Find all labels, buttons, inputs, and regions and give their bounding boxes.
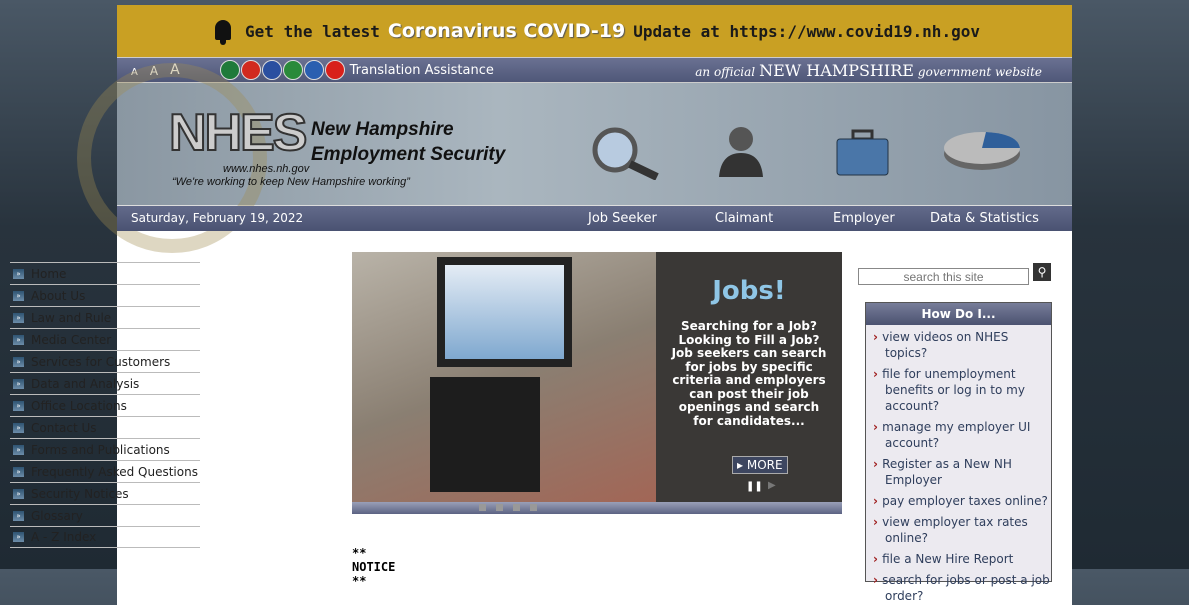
main-nav: Saturday, February 19, 2022 Job Seeker C…	[117, 206, 1072, 231]
site-url: www.nhes.nh.gov	[223, 163, 310, 175]
sidebar-item[interactable]: » Security Notices	[10, 482, 200, 504]
how-do-i-link[interactable]: view employer tax rates online?	[869, 514, 1051, 546]
how-do-i-box: How Do I... view videos on NHES topics? fi…	[865, 302, 1052, 603]
sidebar-item[interactable]: » About Us	[10, 284, 200, 306]
arrow-icon: »	[13, 466, 24, 477]
person-icon[interactable]	[715, 125, 767, 180]
sidebar-item-label: Security Notices	[31, 486, 129, 501]
slide-dot[interactable]	[496, 504, 503, 511]
search-button[interactable]: ⚲	[1033, 263, 1051, 281]
how-do-i-link[interactable]: pay employer taxes online?	[869, 493, 1051, 509]
tagline: “We're working to keep New Hampshire wor…	[172, 176, 410, 188]
more-button[interactable]: ▸ MORE	[732, 456, 788, 474]
official-site-label: an official NEW HAMPSHIRE government websi…	[695, 60, 1042, 80]
sidebar-item-label: Glossary	[31, 508, 83, 523]
sidebar-item[interactable]: » Media Center	[10, 328, 200, 350]
sidebar-item-label: Services for Customers	[31, 354, 171, 369]
org-name: New Hampshire Employment Security	[311, 119, 506, 165]
arrow-icon: »	[13, 268, 24, 279]
arrow-icon: »	[13, 334, 24, 345]
arrow-icon: »	[13, 488, 24, 499]
slide-dot[interactable]	[513, 504, 520, 511]
sidebar-nav: » Home » About Us » Law and Rule » Media Center…	[10, 262, 200, 548]
sidebar-item[interactable]: » Services for Customers	[10, 350, 200, 372]
sidebar-item-label: A - Z Index	[31, 530, 97, 544]
slide-dot[interactable]	[479, 504, 486, 511]
current-date: Saturday, February 19, 2022	[131, 211, 304, 225]
pause-icon[interactable]: ❚❚	[746, 481, 763, 492]
arrow-icon: »	[13, 312, 24, 323]
slide-text: Searching for a Job? Looking to Fill a J…	[671, 319, 827, 428]
arrow-icon: »	[13, 290, 24, 301]
banner-prefix: Get the latest	[245, 21, 380, 41]
sidebar-item-label: Frequently Asked Questions	[31, 464, 198, 479]
how-do-i-link[interactable]: file a New Hire Report	[869, 551, 1051, 567]
arrow-icon: »	[13, 444, 24, 455]
next-icon[interactable]: ▶	[768, 480, 776, 491]
flag-italy-icon[interactable]	[282, 60, 303, 80]
arrow-icon: »	[13, 400, 24, 411]
sidebar-item[interactable]: » Glossary	[10, 504, 200, 526]
arrow-icon: »	[13, 510, 24, 521]
how-do-i-title: How Do I...	[866, 303, 1051, 325]
site-header: NHES New Hampshire Employment Security ww…	[77, 63, 1072, 253]
sidebar-item-label: Media Center	[31, 332, 112, 347]
sidebar-item[interactable]: » Law and Rule	[10, 306, 200, 328]
flag-germany-icon[interactable]	[240, 60, 261, 80]
sidebar-item-label: Office Locations	[31, 398, 127, 413]
pie-chart-icon[interactable]	[942, 128, 1027, 173]
arrow-icon: »	[13, 378, 24, 389]
slideshow: Jobs! Searching for a Job? Looking to Fi…	[352, 252, 842, 514]
slide-dot[interactable]	[530, 504, 537, 511]
bell-icon	[209, 16, 237, 46]
flag-greece-icon[interactable]	[303, 60, 324, 80]
sidebar-item[interactable]: » Frequently Asked Questions	[10, 460, 200, 482]
nav-job-seeker[interactable]: Job Seeker	[588, 211, 657, 226]
sidebar-item-label: About Us	[31, 288, 86, 303]
how-do-i-link[interactable]: search for jobs or post a job order?	[869, 572, 1051, 604]
sidebar-item[interactable]: » Contact Us	[10, 416, 200, 438]
sidebar-item[interactable]: » Office Locations	[10, 394, 200, 416]
sidebar-item[interactable]: » Forms and Publications	[10, 438, 200, 460]
nhes-logo[interactable]: NHES	[168, 103, 308, 163]
sidebar-item[interactable]: » Data and Analysis	[10, 372, 200, 394]
top-bar: A A A Translation Assistance an official…	[117, 57, 1072, 83]
briefcase-icon[interactable]	[835, 129, 890, 177]
sidebar-item-label: Home	[31, 266, 67, 281]
banner-highlight: Coronavirus COVID-19	[387, 20, 626, 42]
arrow-icon: »	[13, 356, 24, 367]
nav-employer[interactable]: Employer	[833, 211, 895, 226]
how-do-i-link[interactable]: Register as a New NH Employer	[869, 456, 1051, 488]
magnifier-icon[interactable]	[587, 125, 662, 180]
flag-china-icon[interactable]	[324, 60, 345, 80]
search-input[interactable]	[858, 268, 1029, 285]
slide-pager	[479, 504, 537, 511]
how-do-i-link[interactable]: file for unemployment benefits or log in…	[869, 366, 1051, 414]
slide-photo	[352, 252, 656, 502]
nav-data-statistics[interactable]: Data & Statistics	[930, 211, 1039, 226]
arrow-icon: »	[13, 532, 24, 542]
slide-bar	[352, 502, 842, 514]
slide-caption: Jobs! Searching for a Job? Looking to Fi…	[656, 252, 842, 502]
translation-assistance-link[interactable]: Translation Assistance	[350, 63, 494, 78]
sidebar-item[interactable]: » Home	[10, 262, 200, 284]
sidebar-item-label: Forms and Publications	[31, 442, 170, 457]
search-icon: ⚲	[1037, 265, 1047, 279]
notice-heading: ** NOTICE **	[352, 546, 396, 588]
sidebar-item[interactable]: » A - Z Index	[10, 526, 200, 548]
how-do-i-link[interactable]: manage my employer UI account?	[869, 419, 1051, 451]
how-do-i-link[interactable]: view videos on NHES topics?	[869, 329, 1051, 361]
flag-france-icon[interactable]	[261, 60, 282, 80]
sidebar-item-label: Law and Rule	[31, 310, 112, 325]
sidebar-item-label: Contact Us	[31, 420, 97, 435]
banner-suffix: Update at https://www.covid19.nh.gov	[633, 21, 980, 41]
nav-claimant[interactable]: Claimant	[715, 211, 773, 226]
arrow-icon: »	[13, 422, 24, 433]
slide-title: Jobs!	[712, 276, 786, 306]
covid-banner[interactable]: Get the latest Coronavirus COVID-19 Upda…	[117, 5, 1072, 57]
sidebar-item-label: Data and Analysis	[31, 376, 140, 391]
